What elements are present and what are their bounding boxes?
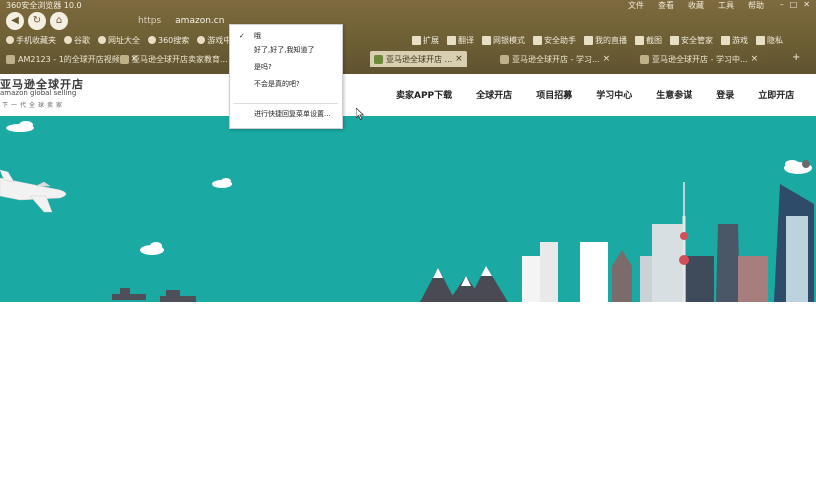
home-button[interactable]: ⌂	[50, 12, 68, 30]
home-icon: ⌂	[55, 15, 63, 26]
tab-favicon	[500, 54, 509, 64]
hero-banner	[0, 116, 816, 302]
eye-icon	[756, 35, 765, 45]
tab-favicon	[6, 54, 15, 64]
logo-subtitle: amazon global selling	[0, 89, 77, 97]
toolbar-security-button[interactable]: 安全助手	[533, 35, 576, 46]
game-icon	[197, 36, 206, 44]
tab-strip: AM2123 - 1的全球开店视频...× 亚马逊全球开店卖家教育...× 亚马…	[0, 50, 816, 70]
close-window-icon[interactable]: ✕	[803, 0, 810, 9]
cloud-icon	[6, 121, 812, 255]
close-tab-icon[interactable]: ×	[751, 54, 759, 64]
back-button[interactable]: ◀	[6, 12, 24, 30]
tab-2[interactable]: 亚马逊全球开店卖家教育...×	[120, 51, 238, 67]
live-icon	[584, 35, 593, 45]
bookmark-google[interactable]: 谷歌	[64, 35, 90, 46]
checkmark-icon: ✓	[239, 32, 245, 40]
toolbar-extensions: 扩展 翻译 网银模式 安全助手 我的直播 截图 安全管家 游戏 隐私	[412, 33, 791, 47]
menu-item-cant-be-true[interactable]: 不会是真的吧?	[230, 77, 342, 91]
skyline-buildings	[522, 160, 814, 302]
new-tab-button[interactable]: +	[792, 52, 800, 63]
bookmark-site-directory[interactable]: 网址大全	[98, 35, 140, 46]
tab-4[interactable]: 亚马逊全球开店 - 学习... ×	[500, 51, 610, 67]
tab-3-active[interactable]: 亚马逊全球开店 ... ×	[370, 51, 467, 67]
nav-business-advisor[interactable]: 生意参谋	[656, 88, 692, 101]
nav-global-selling[interactable]: 全球开店	[476, 88, 512, 101]
tab-1[interactable]: AM2123 - 1的全球开店视频... ×	[6, 51, 138, 67]
directory-icon	[98, 36, 106, 44]
title-bar: 360安全浏览器 10.0 文件 查看 收藏 工具 帮助 – □ ✕	[0, 0, 816, 10]
360-icon	[148, 36, 156, 44]
tab-favicon	[120, 54, 129, 64]
boat-icon	[112, 288, 196, 302]
close-tab-icon[interactable]: ×	[455, 54, 463, 64]
translate-icon	[447, 35, 456, 45]
manager-icon	[670, 35, 679, 45]
shield-icon	[482, 35, 491, 45]
toolbar-extensions-button[interactable]: 扩展	[412, 35, 439, 46]
url-protocol: https	[138, 16, 162, 26]
toolbar-privacy-button[interactable]: 隐私	[756, 35, 783, 46]
tab-favicon	[640, 54, 649, 64]
nav-app-download[interactable]: 卖家APP下载	[396, 88, 452, 101]
window-controls: – □ ✕	[780, 0, 810, 9]
toolbar-live-button[interactable]: 我的直播	[584, 35, 627, 46]
scissors-icon	[635, 35, 644, 45]
city-skyline-illustration	[0, 121, 814, 302]
maximize-icon[interactable]: □	[790, 0, 798, 9]
nav-open-store[interactable]: 立即开店	[758, 88, 794, 101]
gamepad-icon	[721, 35, 730, 45]
nav-programs[interactable]: 项目招募	[536, 88, 572, 101]
toolbar-screenshot-button[interactable]: 截图	[635, 35, 662, 46]
back-arrow-icon: ◀	[11, 15, 19, 26]
grid-icon	[412, 35, 421, 45]
toolbar-translate-button[interactable]: 翻译	[447, 35, 474, 46]
navigation-row: ◀ ↻ ⌂ https amazon.cn	[0, 10, 816, 32]
menu-item-really[interactable]: 是吗?	[230, 60, 342, 74]
menu-item-ok-i-know[interactable]: 好了,好了,我知道了	[230, 43, 342, 57]
minimize-icon[interactable]: –	[780, 0, 784, 9]
refresh-button[interactable]: ↻	[28, 12, 46, 30]
url-text: amazon.cn	[175, 16, 225, 26]
toolbar-manager-button[interactable]: 安全管家	[670, 35, 713, 46]
site-nav: 卖家APP下载 全球开店 项目招募 学习中心 生意参谋 登录 立即开店	[396, 88, 816, 101]
bookmark-mobile-favorites[interactable]: 手机收藏夹	[6, 35, 56, 46]
menu-item-quick-reply-settings[interactable]: 进行快捷回复菜单设置...	[230, 107, 342, 121]
address-bar[interactable]: https amazon.cn	[78, 14, 228, 28]
security-icon	[533, 35, 542, 45]
web-page: 亚马逊全球开店 amazon global selling 下一代全球卖家 卖家…	[0, 74, 816, 480]
logo-tagline: 下一代全球卖家	[2, 102, 66, 109]
toolbar-bank-mode-button[interactable]: 网银模式	[482, 35, 525, 46]
menu-item-oh[interactable]: ✓ 哦	[230, 29, 342, 43]
quick-reply-context-menu: ✓ 哦 好了,好了,我知道了 是吗? 不会是真的吧? 进行快捷回复菜单设置...	[229, 24, 343, 129]
google-icon	[64, 36, 72, 44]
refresh-icon: ↻	[32, 15, 42, 26]
bookmark-star-icon	[6, 36, 14, 44]
site-header: 亚马逊全球开店 amazon global selling 下一代全球卖家 卖家…	[0, 74, 816, 116]
menu-separator	[234, 103, 338, 104]
nav-login[interactable]: 登录	[716, 88, 734, 101]
nav-learning-center[interactable]: 学习中心	[596, 88, 632, 101]
browser-chrome: 360安全浏览器 10.0 文件 查看 收藏 工具 帮助 – □ ✕ ◀ ↻ ⌂…	[0, 0, 816, 74]
toolbar-games-button[interactable]: 游戏	[721, 35, 748, 46]
close-tab-icon[interactable]: ×	[603, 54, 611, 64]
airplane-icon	[0, 169, 67, 213]
bookmark-360-search[interactable]: 360搜索	[148, 35, 189, 46]
tab-favicon	[374, 54, 383, 64]
mouse-cursor-icon	[356, 108, 364, 120]
tab-5[interactable]: 亚马逊全球开店 - 学习中... ×	[640, 51, 758, 67]
